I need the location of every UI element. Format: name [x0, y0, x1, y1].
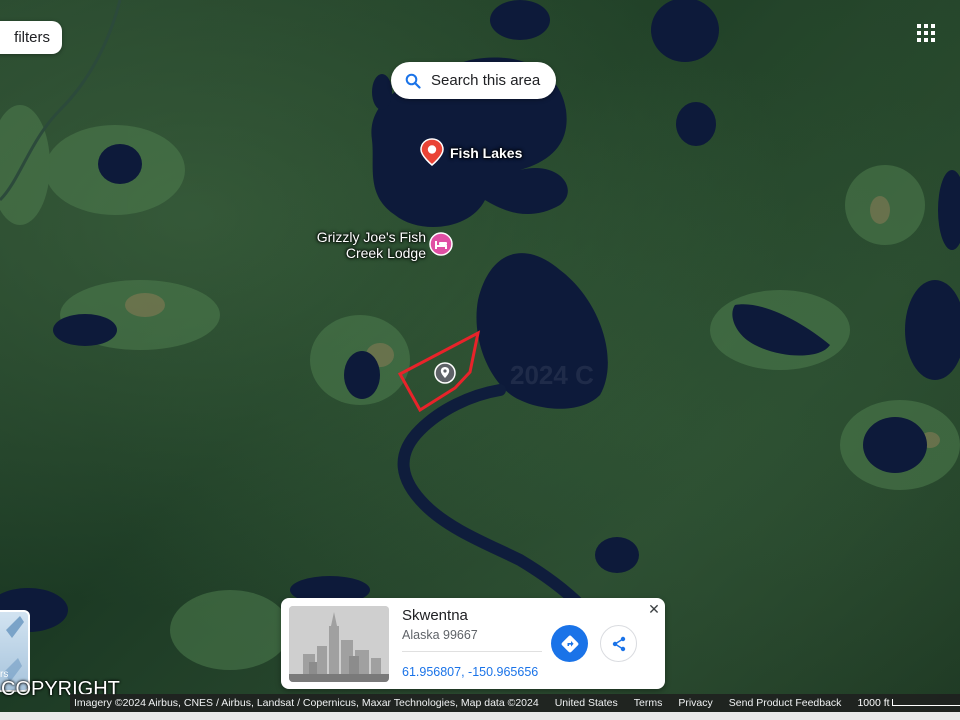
search-this-area-button[interactable]: Search this area	[391, 62, 557, 99]
place-coordinates[interactable]: 61.956807, -150.965656	[402, 665, 538, 679]
lodge-label[interactable]: Grizzly Joe's Fish Creek Lodge	[300, 229, 426, 261]
feedback-link[interactable]: Send Product Feedback	[725, 697, 846, 709]
directions-icon	[561, 635, 578, 652]
place-info-card: Skwentna Alaska 99667 61.956807, -150.96…	[281, 598, 665, 689]
dropped-pin-icon[interactable]	[434, 362, 456, 389]
imagery-attribution: Imagery ©2024 Airbus, CNES / Airbus, Lan…	[74, 697, 539, 709]
scale-bar	[891, 699, 960, 706]
directions-button[interactable]	[551, 625, 588, 662]
hotel-icon[interactable]	[429, 232, 453, 263]
lodge-label-line1: Grizzly Joe's Fish	[316, 229, 426, 245]
share-icon	[612, 636, 625, 651]
filters-button[interactable]: filters	[0, 21, 62, 54]
apps-grid-icon[interactable]	[917, 24, 935, 42]
place-thumbnail[interactable]	[289, 606, 389, 682]
share-button[interactable]	[600, 625, 637, 662]
lodge-label-line2: Creek Lodge	[345, 245, 426, 261]
scale-label: 1000 ft	[857, 697, 890, 709]
bottom-strip	[0, 712, 960, 720]
search-icon	[405, 73, 421, 89]
map-scale[interactable]: 1000 ft	[853, 697, 960, 709]
search-this-area-label: Search this area	[431, 72, 541, 89]
place-title: Skwentna	[402, 607, 468, 624]
map-watermark: 2024 C	[510, 360, 594, 390]
terms-link[interactable]: Terms	[630, 697, 667, 709]
location-pin-icon[interactable]	[419, 138, 445, 171]
place-address: Alaska 99667	[402, 628, 478, 642]
privacy-link[interactable]: Privacy	[674, 697, 716, 709]
filters-label: filters	[14, 29, 50, 46]
close-icon[interactable]: ✕	[647, 602, 661, 616]
attribution-bar: Imagery ©2024 Airbus, CNES / Airbus, Lan…	[70, 694, 960, 712]
country-link[interactable]: United States	[551, 697, 622, 709]
fish-lakes-label[interactable]: Fish Lakes	[450, 145, 522, 161]
card-divider	[402, 651, 542, 652]
